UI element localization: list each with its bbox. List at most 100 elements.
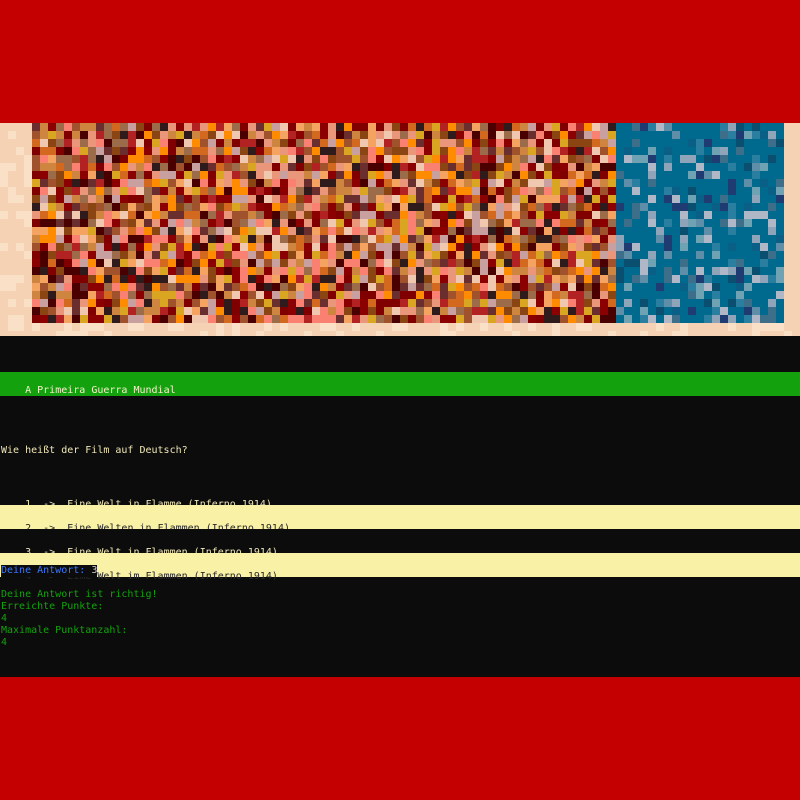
answer-input-line[interactable]: Deine Antwort: 3 (0, 565, 98, 577)
poster-pixel (128, 203, 136, 211)
poster-pixel (704, 155, 712, 163)
poster-pixel (208, 323, 216, 331)
poster-pixel (592, 171, 600, 179)
poster-pixel (280, 195, 288, 203)
poster-pixel (568, 251, 576, 259)
poster-pixel (368, 291, 376, 299)
poster-pixel (728, 187, 736, 195)
poster-pixel (584, 163, 592, 171)
poster-pixel (656, 227, 664, 235)
poster-pixel (216, 219, 224, 227)
poster-pixel (432, 155, 440, 163)
poster-pixel (272, 179, 280, 187)
poster-pixel (544, 243, 552, 251)
poster-pixel (624, 259, 632, 267)
answer-option-4[interactable]: 4 -> Eime Welt im Flammen (Inferno 1914) (0, 553, 800, 582)
poster-pixel (48, 283, 56, 291)
poster-pixel (168, 219, 176, 227)
poster-pixel (408, 155, 416, 163)
poster-pixel (392, 219, 400, 227)
poster-pixel (16, 323, 24, 331)
poster-pixel (192, 291, 200, 299)
poster-pixel (224, 187, 232, 195)
poster-pixel (664, 243, 672, 251)
poster-pixel (248, 219, 256, 227)
poster-pixel (696, 267, 704, 275)
poster-pixel (432, 187, 440, 195)
poster-pixel (536, 195, 544, 203)
poster-pixel (680, 291, 688, 299)
poster-pixel (112, 235, 120, 243)
poster-pixel (496, 267, 504, 275)
poster-pixel (40, 251, 48, 259)
poster-pixel (408, 283, 416, 291)
poster-pixel (648, 291, 656, 299)
poster-pixel (608, 131, 616, 139)
poster-pixel (360, 299, 368, 307)
poster-pixel (456, 131, 464, 139)
poster-pixel (776, 187, 784, 195)
answer-option-3[interactable]: 3 -> Eine Welt in Flammen (Inferno 1914) (0, 529, 800, 558)
poster-pixel (728, 227, 736, 235)
poster-pixel (112, 155, 120, 163)
poster-pixel (544, 219, 552, 227)
poster-pixel (656, 275, 664, 283)
poster-pixel (608, 163, 616, 171)
poster-pixel (8, 155, 16, 163)
poster-pixel (368, 211, 376, 219)
poster-pixel (792, 299, 800, 307)
poster-pixel (400, 235, 408, 243)
poster-pixel (480, 179, 488, 187)
poster-pixel (600, 251, 608, 259)
poster-pixel (328, 179, 336, 187)
poster-pixel (672, 155, 680, 163)
poster-pixel (640, 275, 648, 283)
poster-pixel (528, 291, 536, 299)
poster-pixel (544, 315, 552, 323)
poster-pixel (80, 315, 88, 323)
poster-pixel (456, 283, 464, 291)
poster-pixel (720, 299, 728, 307)
answer-option-2[interactable]: 2 -> Eine Welten in Flammen (Inferno 191… (0, 505, 800, 534)
answer-option-1[interactable]: 1 -> Eine Welt in Flamme (Inferno 1914) (0, 481, 800, 510)
poster-pixel (768, 291, 776, 299)
poster-pixel (576, 307, 584, 315)
poster-pixel (680, 139, 688, 147)
poster-pixel (176, 259, 184, 267)
poster-pixel (72, 211, 80, 219)
poster-pixel (200, 139, 208, 147)
poster-pixel (184, 267, 192, 275)
poster-pixel (112, 211, 120, 219)
poster-pixel (416, 323, 424, 331)
poster-pixel (280, 283, 288, 291)
poster-pixel (296, 267, 304, 275)
poster-pixel (384, 219, 392, 227)
poster-pixel (472, 267, 480, 275)
poster-pixel (208, 195, 216, 203)
poster-pixel (520, 243, 528, 251)
poster-pixel (504, 291, 512, 299)
poster-pixel (456, 123, 464, 131)
poster-pixel (712, 251, 720, 259)
poster-pixel (64, 155, 72, 163)
poster-pixel (744, 123, 752, 131)
poster-pixel (408, 267, 416, 275)
poster-pixel (512, 299, 520, 307)
poster-pixel (728, 259, 736, 267)
poster-pixel (48, 203, 56, 211)
poster-pixel (208, 219, 216, 227)
poster-pixel (544, 195, 552, 203)
poster-pixel (296, 139, 304, 147)
poster-pixel (640, 227, 648, 235)
poster-pixel (72, 187, 80, 195)
poster-pixel (496, 275, 504, 283)
poster-pixel (792, 243, 800, 251)
poster-pixel (200, 179, 208, 187)
poster-pixel (24, 307, 32, 315)
poster-pixel (616, 155, 624, 163)
answer-input-value[interactable]: 3 (91, 565, 98, 577)
poster-pixel (112, 131, 120, 139)
poster-pixel (424, 243, 432, 251)
poster-pixel (528, 139, 536, 147)
poster-pixel (80, 163, 88, 171)
